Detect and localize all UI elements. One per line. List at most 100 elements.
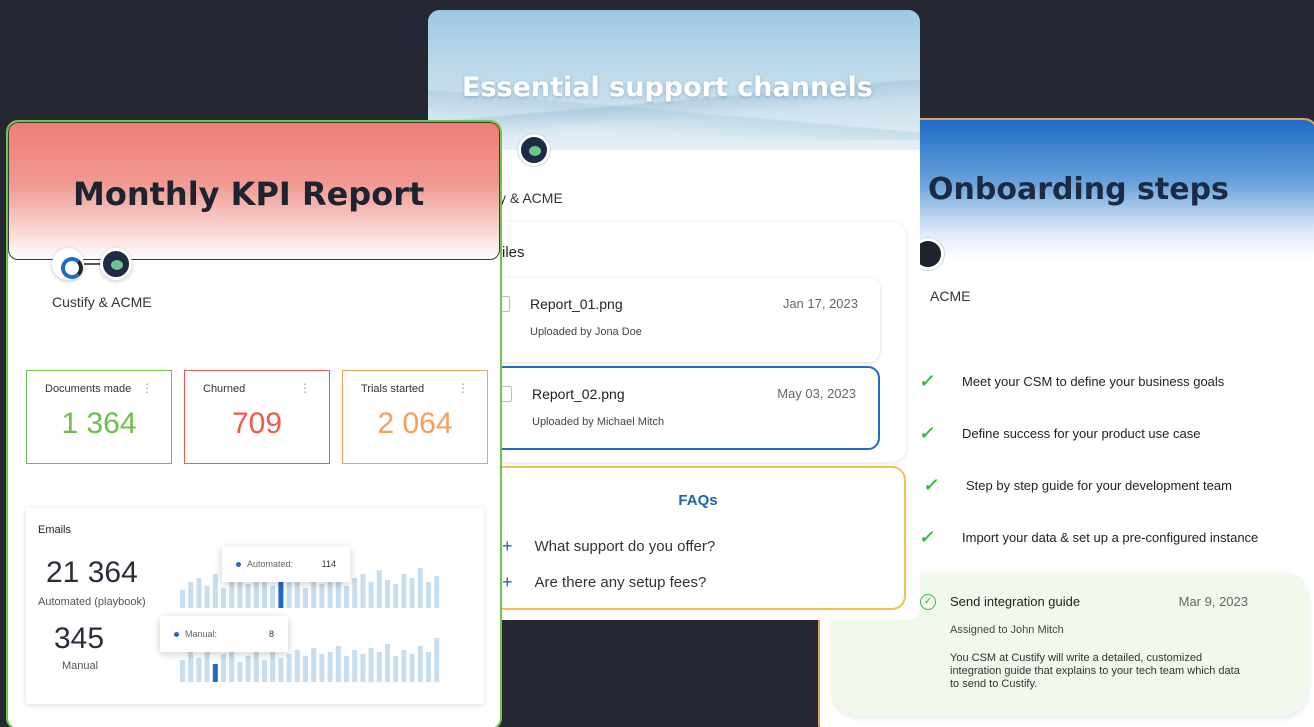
custify-logo-icon — [52, 248, 84, 280]
bar[interactable] — [376, 570, 382, 608]
bar[interactable] — [180, 590, 185, 608]
automated-tooltip: Automated: 114 — [222, 546, 350, 582]
bar[interactable] — [327, 652, 333, 682]
bar[interactable] — [401, 650, 407, 682]
onboarding-step[interactable]: ✓ Import your data & set up a pre-config… — [918, 527, 1258, 547]
bar[interactable] — [376, 652, 382, 682]
bar[interactable] — [393, 656, 399, 682]
bar[interactable] — [245, 656, 251, 682]
bar[interactable] — [368, 648, 374, 682]
faq-item[interactable]: + What support do you offer? — [502, 536, 715, 557]
bar[interactable] — [409, 578, 415, 608]
bar[interactable] — [221, 654, 226, 682]
bar[interactable] — [270, 652, 276, 682]
kpi-value: 2 064 — [377, 407, 453, 440]
bar[interactable] — [335, 580, 341, 608]
bar[interactable] — [434, 576, 440, 608]
onboarding-step[interactable]: ✓ Meet your CSM to define your business … — [918, 371, 1224, 391]
bar[interactable] — [286, 654, 292, 682]
more-vertical-icon[interactable]: ⋮ — [299, 381, 311, 395]
check-circle-icon[interactable]: ✓ — [920, 594, 936, 610]
kpi-value: 1 364 — [61, 407, 137, 440]
file-name: Report_01.png — [530, 296, 623, 312]
bar[interactable] — [196, 578, 202, 608]
bar[interactable] — [360, 654, 366, 682]
bar[interactable] — [385, 644, 390, 682]
bar[interactable] — [385, 580, 390, 608]
bar[interactable] — [303, 656, 308, 682]
file-row[interactable]: Report_02.png May 03, 2023 Uploaded by M… — [490, 366, 880, 450]
bar[interactable] — [417, 568, 423, 608]
bar[interactable] — [335, 646, 341, 682]
bar[interactable] — [352, 650, 358, 682]
bar[interactable] — [212, 664, 218, 682]
bar[interactable] — [262, 660, 267, 682]
bar[interactable] — [294, 650, 300, 682]
tooltip-value: 8 — [268, 629, 274, 639]
automated-count: 21 364 — [46, 556, 138, 589]
more-vertical-icon[interactable]: ⋮ — [457, 381, 469, 395]
bar[interactable] — [188, 582, 194, 608]
check-icon: ✓ — [922, 475, 941, 495]
plus-icon[interactable]: + — [502, 572, 513, 593]
bar[interactable] — [221, 588, 226, 608]
file-uploader: Uploaded by Jona Doe — [530, 326, 642, 338]
bar[interactable] — [180, 660, 185, 682]
bar[interactable] — [319, 654, 325, 682]
kpi-card-churned[interactable]: Churned ⋮ 709 — [184, 370, 330, 464]
bar[interactable] — [393, 584, 399, 608]
bar[interactable] — [253, 648, 259, 682]
file-name: Report_02.png — [532, 386, 625, 402]
bar[interactable] — [294, 580, 300, 608]
bar[interactable] — [409, 654, 415, 682]
bar[interactable] — [344, 586, 349, 608]
onboarding-step[interactable]: ✓ Define success for your product use ca… — [918, 423, 1200, 443]
bar[interactable] — [434, 638, 440, 682]
bar[interactable] — [237, 662, 243, 682]
bar[interactable] — [311, 648, 317, 682]
bar[interactable] — [426, 652, 431, 682]
kpi-card-documents[interactable]: Documents made ⋮ 1 364 — [26, 370, 172, 464]
task-assignee: Assigned to John Mitch — [950, 624, 1064, 636]
bar[interactable] — [270, 586, 276, 608]
faq-question: What support do you offer? — [534, 538, 716, 555]
acme-avatar — [100, 248, 132, 280]
bar[interactable] — [401, 574, 407, 608]
faq-item[interactable]: + Are there any setup fees? — [502, 572, 706, 593]
bar[interactable] — [278, 658, 284, 682]
faq-panel: FAQs + What support do you offer? + Are … — [490, 466, 906, 610]
check-icon: ✓ — [918, 423, 937, 443]
file-date: Jan 17, 2023 — [782, 296, 858, 311]
bar[interactable] — [253, 578, 259, 608]
tooltip-label: Manual: — [185, 629, 218, 639]
emails-panel: Emails 21 364 Automated (playbook) 345 M… — [26, 508, 484, 704]
task-date: Mar 9, 2023 — [1178, 594, 1248, 609]
bar[interactable] — [245, 584, 251, 608]
more-vertical-icon[interactable]: ⋮ — [141, 381, 153, 395]
series-dot — [174, 631, 179, 637]
bar[interactable] — [212, 574, 218, 608]
bar[interactable] — [229, 650, 235, 682]
bar[interactable] — [426, 582, 431, 608]
bar[interactable] — [229, 580, 235, 608]
plus-icon[interactable]: + — [502, 536, 513, 557]
bar[interactable] — [278, 582, 284, 608]
bar[interactable] — [344, 656, 349, 682]
faq-question: Are there any setup fees? — [534, 574, 707, 591]
bar[interactable] — [303, 588, 308, 608]
manual-label: Manual — [62, 660, 99, 672]
kpi-header: Monthly KPI Report — [8, 122, 500, 260]
bar[interactable] — [196, 658, 202, 682]
bar[interactable] — [360, 574, 366, 608]
kpi-card-trials[interactable]: Trials started ⋮ 2 064 — [342, 370, 488, 464]
bar[interactable] — [204, 586, 210, 608]
bar[interactable] — [188, 652, 194, 682]
file-date: May 03, 2023 — [777, 386, 856, 401]
bar[interactable] — [319, 584, 325, 608]
tooltip-label: Automated: — [247, 559, 294, 569]
bar[interactable] — [417, 646, 423, 682]
bar[interactable] — [368, 582, 374, 608]
bar[interactable] — [352, 578, 358, 608]
file-row[interactable]: Report_01.png Jan 17, 2023 Uploaded by J… — [490, 278, 880, 362]
onboarding-step[interactable]: ✓ Step by step guide for your developmen… — [922, 475, 1232, 495]
